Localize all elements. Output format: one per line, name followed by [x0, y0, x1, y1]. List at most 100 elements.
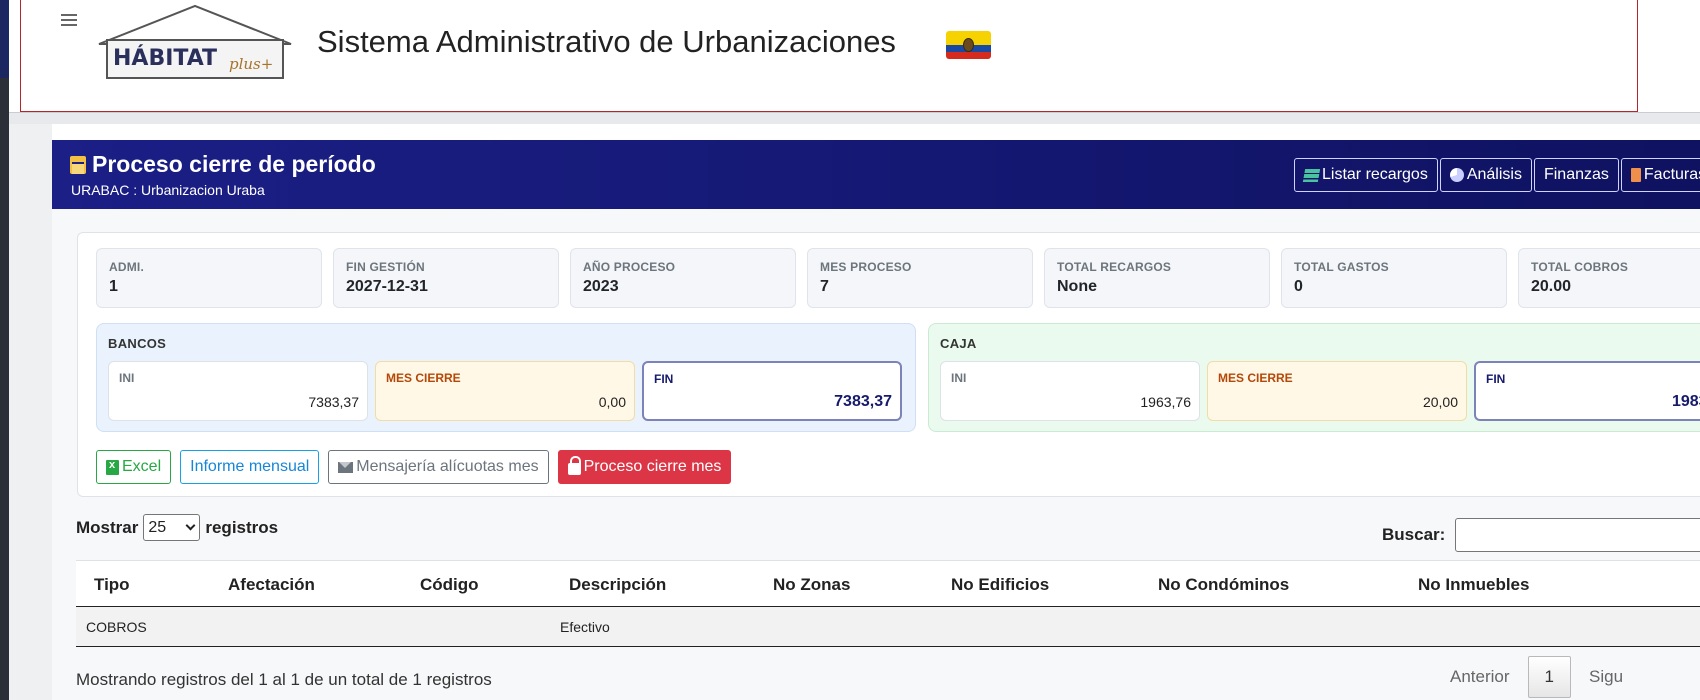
box-label: MES CIERRE: [386, 371, 461, 385]
excel-button[interactable]: Excel: [96, 450, 172, 484]
card-subtitle: URABAC : Urbanizacion Uraba: [71, 182, 265, 198]
caja-group: CAJA INI 1963,76 MES CIERRE 20,00 FIN 19…: [928, 323, 1700, 432]
app-header: HÁBITAT plus+ Sistema Administrativo de …: [20, 0, 1638, 112]
content-margin: [9, 124, 52, 700]
stat-fin-gestion: FIN GESTIÓN 2027-12-31: [333, 248, 559, 308]
monthly-report-button[interactable]: Informe mensual: [180, 450, 320, 484]
stat-value: 7: [820, 278, 829, 295]
finance-button[interactable]: Finanzas: [1533, 158, 1619, 192]
separator: [9, 112, 1700, 124]
next-page-button[interactable]: Sigu: [1571, 656, 1641, 698]
stat-value: 20.00: [1531, 278, 1572, 295]
stat-label: FIN GESTIÓN: [346, 260, 425, 274]
ecuador-flag-icon: [946, 31, 991, 59]
page-length-control: Mostrar 25 registros: [76, 514, 278, 541]
show-label: Mostrar: [76, 517, 139, 537]
stat-label: MES PROCESO: [820, 260, 912, 274]
card-header: Proceso cierre de período URABAC : Urban…: [52, 140, 1700, 209]
box-label: INI: [951, 371, 967, 385]
caja-mes-cierre-box: MES CIERRE 20,00: [1207, 361, 1467, 421]
box-value: 7383,37: [308, 394, 359, 410]
column-header-descripcion[interactable]: Descripción: [569, 575, 666, 595]
stat-admi: ADMI. 1: [96, 248, 322, 308]
bancos-ini-box: INI 7383,37: [108, 361, 368, 421]
column-header-no-inmuebles[interactable]: No Inmuebles: [1418, 575, 1529, 595]
table-info: Mostrando registros del 1 al 1 de un tot…: [76, 670, 492, 689]
calendar-check-icon: [70, 155, 86, 174]
stat-label: AÑO PROCESO: [583, 260, 676, 274]
card-title: Proceso cierre de período: [70, 151, 376, 178]
invoices-label: Facturas: [1643, 166, 1700, 183]
stat-total-gastos: TOTAL GASTOS 0: [1281, 248, 1507, 308]
habitat-plus-logo[interactable]: HÁBITAT plus+: [95, 0, 295, 86]
fee-messaging-button[interactable]: Mensajería alícuotas mes: [328, 450, 549, 484]
stat-value: None: [1057, 278, 1097, 295]
bancos-mes-cierre-box: MES CIERRE 0,00: [375, 361, 635, 421]
records-label: registros: [205, 517, 279, 537]
column-header-no-edificios[interactable]: No Edificios: [951, 575, 1049, 595]
cell-tipo: COBROS: [86, 619, 147, 635]
box-value: 7383,37: [834, 393, 892, 410]
table-search: Buscar:: [1382, 518, 1700, 552]
box-value: 0,00: [598, 394, 626, 410]
column-header-tipo[interactable]: Tipo: [94, 575, 130, 595]
bancos-fin-box: FIN 7383,37: [642, 361, 902, 421]
stat-label: ADMI.: [109, 260, 144, 274]
bancos-group: BANCOS INI 7383,37 MES CIERRE 0,00 FIN 7…: [96, 323, 916, 432]
search-input[interactable]: [1455, 518, 1700, 552]
finance-label: Finanzas: [1543, 166, 1609, 183]
invoices-button[interactable]: Facturas: [1620, 158, 1700, 192]
period-close-card: Proceso cierre de período URABAC : Urban…: [52, 140, 1700, 700]
list-surcharges-button[interactable]: Listar recargos: [1294, 158, 1438, 192]
close-month-label: Proceso cierre mes: [583, 458, 722, 475]
stat-label: TOTAL COBROS: [1531, 260, 1629, 274]
lock-icon: [567, 456, 581, 475]
monthly-report-label: Informe mensual: [190, 458, 310, 475]
list-surcharges-label: Listar recargos: [1322, 166, 1428, 183]
page-1-button[interactable]: 1: [1527, 656, 1571, 698]
close-month-button[interactable]: Proceso cierre mes: [557, 450, 732, 484]
box-label: MES CIERRE: [1218, 371, 1293, 385]
page-length-value: 25: [148, 518, 167, 536]
search-label: Buscar:: [1382, 525, 1446, 544]
hamburger-menu-icon[interactable]: [61, 14, 77, 28]
window-left-edge: [0, 0, 9, 700]
stat-total-recargos: TOTAL RECARGOS None: [1044, 248, 1270, 308]
stat-total-cobros: TOTAL COBROS 20.00: [1518, 248, 1700, 308]
card-title-text: Proceso cierre de período: [92, 151, 376, 177]
column-header-no-condominos[interactable]: No Condóminos: [1158, 575, 1289, 595]
stat-anio-proceso: AÑO PROCESO 2023: [570, 248, 796, 308]
stat-label: TOTAL GASTOS: [1294, 260, 1389, 274]
column-header-no-zonas[interactable]: No Zonas: [773, 575, 850, 595]
caja-ini-box: INI 1963,76: [940, 361, 1200, 421]
column-header-codigo[interactable]: Código: [420, 575, 479, 595]
svg-text:plus+: plus+: [229, 55, 273, 73]
invoice-file-icon: [1630, 168, 1641, 182]
stat-value: 1: [109, 278, 118, 295]
bancos-title: BANCOS: [108, 336, 167, 351]
table-row[interactable]: COBROS Efectivo: [76, 607, 1700, 647]
stat-mes-proceso: MES PROCESO 7: [807, 248, 1033, 308]
envelope-icon: [338, 461, 354, 473]
box-value: 1983,: [1671, 393, 1700, 410]
cell-descripcion: Efectivo: [560, 619, 610, 635]
chevron-down-icon: [185, 520, 196, 531]
box-value: 20,00: [1422, 394, 1458, 410]
analysis-button[interactable]: Análisis: [1439, 158, 1532, 192]
column-header-afectacion[interactable]: Afectación: [228, 575, 315, 595]
box-label: FIN: [654, 372, 674, 386]
excel-file-icon: [106, 459, 119, 475]
page-length-select[interactable]: 25: [143, 514, 201, 541]
records-table: Tipo Afectación Código Descripción No Zo…: [76, 560, 1700, 647]
caja-title: CAJA: [940, 336, 977, 351]
analysis-label: Análisis: [1466, 166, 1522, 183]
action-buttons: Excel Informe mensual Mensajería alícuot…: [96, 450, 732, 484]
stat-value: 2023: [583, 278, 619, 295]
box-label: FIN: [1486, 372, 1506, 386]
summary-panel: ADMI. 1 FIN GESTIÓN 2027-12-31 AÑO PROCE…: [77, 232, 1700, 497]
previous-page-button[interactable]: Anterior: [1432, 656, 1528, 698]
svg-text:HÁBITAT: HÁBITAT: [113, 45, 217, 71]
table-header: Tipo Afectación Código Descripción No Zo…: [76, 560, 1700, 607]
caja-fin-box: FIN 1983,: [1474, 361, 1700, 421]
header-button-group: Listar recargos Análisis Finanzas Factur…: [1294, 158, 1700, 192]
